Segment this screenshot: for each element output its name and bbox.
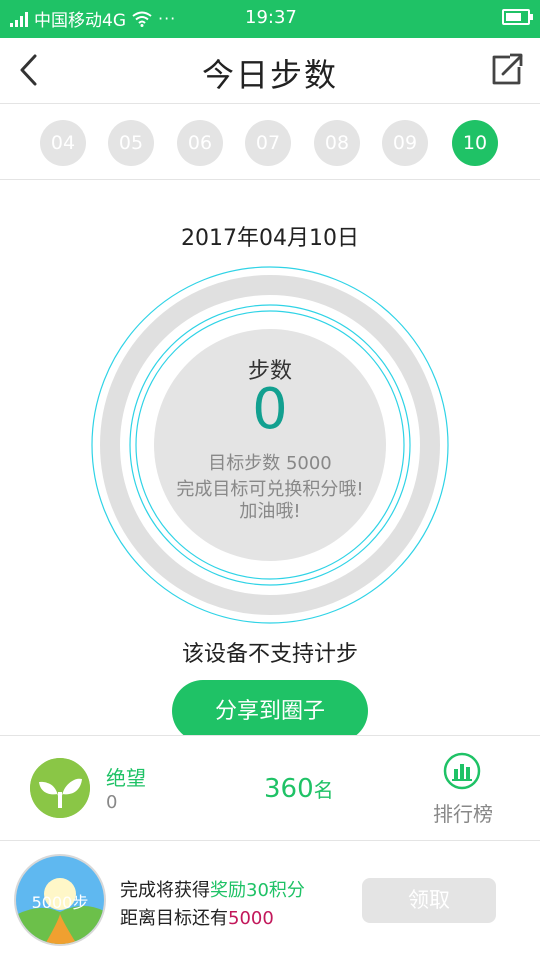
status-bar: 中国移动4G ··· 19:37 [0, 0, 540, 38]
share-icon[interactable] [486, 50, 526, 90]
current-date: 2017年04月10日 [181, 226, 359, 251]
reward-section: 5000步 完成将获得奖励30积分 距离目标还有5000 领取 [0, 842, 540, 960]
date-chip-08[interactable]: 08 [314, 120, 360, 166]
date-chip-05[interactable]: 05 [108, 120, 154, 166]
nav-bar: 今日步数 [0, 38, 540, 104]
reward-line-2: 距离目标还有5000 [120, 904, 274, 930]
step-ring-text: 步数 0 目标步数 5000 完成目标可兑换积分哦! 加油哦! [90, 265, 450, 625]
date-chip-07[interactable]: 07 [245, 120, 291, 166]
steps-value: 0 [252, 377, 288, 442]
leaderboard-label[interactable]: 排行榜 [430, 798, 496, 827]
more-indicator: ··· [158, 9, 177, 28]
rank-section: 绝望 0 360名 排行榜 [0, 735, 540, 841]
goal-text: 目标步数 5000 [208, 453, 332, 474]
date-selector: 04 05 06 07 08 09 10 [0, 104, 540, 180]
unsupported-message: 该设备不支持计步 [181, 642, 358, 667]
date-chip-10-selected[interactable]: 10 [452, 120, 498, 166]
user-steps: 0 [106, 792, 118, 813]
reward-line-1-prefix: 完成将获得 [120, 880, 210, 901]
battery-icon [502, 9, 533, 25]
badge-text: 5000步 [31, 893, 89, 912]
date-chip-09[interactable]: 09 [382, 120, 428, 166]
step-ring: 步数 0 目标步数 5000 完成目标可兑换积分哦! 加油哦! [90, 265, 450, 625]
reward-points: 奖励30积分 [210, 880, 305, 901]
user-name: 绝望 [106, 766, 146, 790]
avatar[interactable] [30, 758, 90, 818]
hint-text-2: 加油哦! [239, 501, 301, 522]
rank-position: 360名 [264, 774, 334, 804]
share-to-circle-button[interactable]: 分享到圈子 [172, 680, 368, 742]
page-title: 今日步数 [201, 56, 338, 94]
reward-line-2-prefix: 距离目标还有 [120, 908, 228, 929]
rank-unit: 名 [313, 778, 334, 802]
claim-button[interactable]: 领取 [362, 878, 496, 923]
status-left: 中国移动4G ··· [10, 6, 176, 31]
leaderboard-icon[interactable] [443, 752, 481, 790]
carrier-label: 中国移动4G [34, 11, 126, 31]
reward-line-1: 完成将获得奖励30积分 [120, 876, 305, 902]
wifi-icon [132, 11, 152, 27]
date-chip-04[interactable]: 04 [40, 120, 86, 166]
remaining-steps: 5000 [228, 908, 274, 929]
signal-icon [10, 11, 28, 27]
status-time: 19:37 [245, 7, 297, 28]
rank-value: 360 [264, 774, 314, 804]
date-chip-06[interactable]: 06 [177, 120, 223, 166]
